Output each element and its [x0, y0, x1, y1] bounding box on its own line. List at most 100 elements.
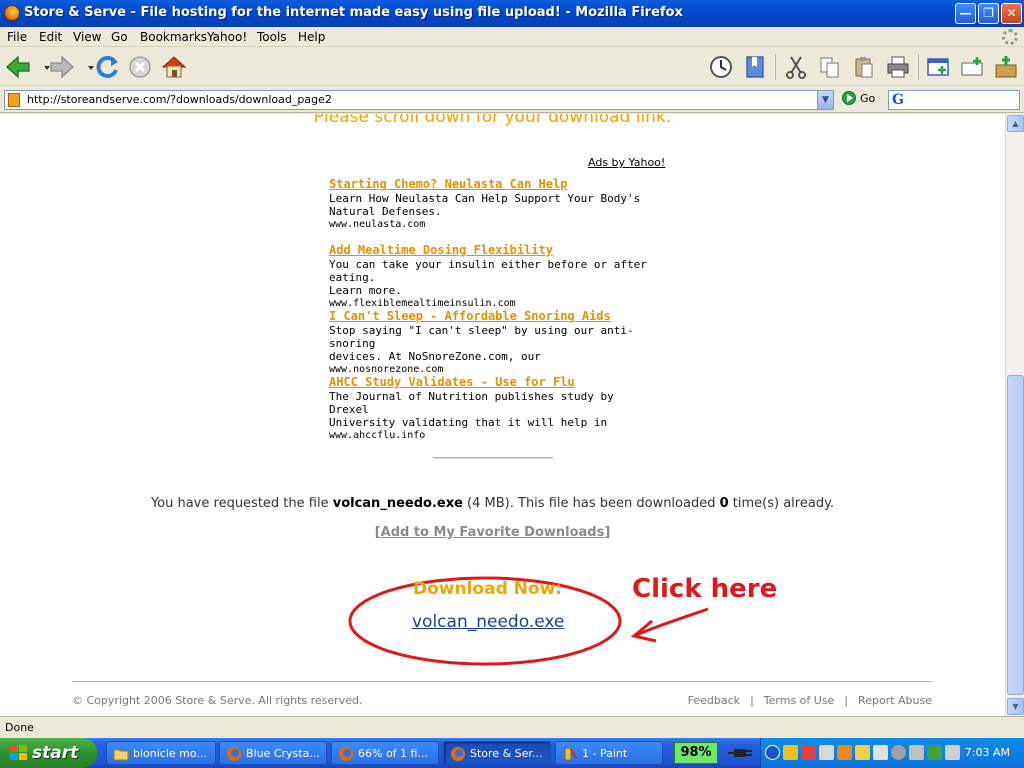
new-tab-icon[interactable] — [958, 53, 986, 81]
add-to-favorites-link[interactable]: [Add to My Favorite Downloads] — [0, 525, 985, 540]
ad-title-link[interactable]: I Can't Sleep - Affordable Snoring Aids — [329, 310, 659, 323]
power-plug-icon[interactable] — [728, 746, 752, 760]
stop-icon[interactable] — [126, 53, 154, 81]
history-icon[interactable] — [707, 53, 735, 81]
taskbar-item-blue-crystal[interactable]: Blue Crysta... — [219, 741, 327, 765]
extensions-icon[interactable] — [992, 53, 1020, 81]
forward-button[interactable] — [48, 53, 76, 81]
menu-view[interactable]: View — [73, 30, 101, 44]
url-input[interactable]: http://storeandserve.com/?downloads/down… — [4, 90, 834, 110]
paint-icon — [564, 747, 577, 761]
search-input[interactable]: G — [888, 90, 1020, 110]
cut-icon[interactable] — [782, 53, 810, 81]
minimize-button[interactable]: — — [955, 3, 976, 24]
taskbar-item-bionicle[interactable]: bionicle mo... — [106, 741, 216, 765]
menu-go[interactable]: Go — [111, 30, 128, 44]
tray-antivirus-icon[interactable] — [801, 745, 816, 760]
ad-title-link[interactable]: Add Mealtime Dosing Flexibility — [329, 244, 659, 257]
vertical-scrollbar[interactable]: ▲ ▼ — [1005, 114, 1024, 716]
tray-warning-icon[interactable] — [855, 745, 870, 760]
tray-chevron-icon[interactable] — [765, 745, 780, 760]
battery-indicator[interactable]: 98% — [674, 742, 718, 764]
back-button[interactable] — [4, 53, 32, 81]
url-dropdown-icon[interactable]: ▼ — [817, 91, 833, 109]
taskbar-item-label: bionicle mo... — [133, 747, 207, 760]
ad-item: AHCC Study Validates - Use for Flu The J… — [329, 376, 659, 442]
window-title: Store & Serve - File hosting for the int… — [24, 5, 683, 20]
tray-download-icon[interactable] — [783, 745, 798, 760]
taskbar-item-label: Store & Ser... — [470, 747, 543, 760]
taskbar-item-download-progress[interactable]: 66% of 1 fi... — [331, 741, 439, 765]
download-link[interactable]: volcan_needo.exe — [412, 612, 564, 632]
tray-network-icon[interactable] — [819, 745, 834, 760]
paste-icon[interactable] — [850, 53, 878, 81]
home-icon[interactable] — [160, 53, 188, 81]
request-suffix: time(s) already. — [732, 496, 835, 511]
go-label: Go — [860, 91, 876, 105]
tray-device-icon[interactable] — [945, 745, 960, 760]
click-here-annotation: Click here — [632, 574, 778, 604]
google-search-icon[interactable]: G — [892, 92, 904, 108]
menu-file[interactable]: File — [7, 30, 27, 44]
ad-text: Learn more. — [329, 284, 402, 297]
bookmarks-icon[interactable] — [741, 53, 769, 81]
navigation-toolbar — [0, 48, 1024, 86]
taskbar-item-store-serve[interactable]: Store & Ser... — [443, 741, 551, 765]
scrollbar-thumb[interactable] — [1007, 375, 1024, 695]
tray-monitor-icon[interactable] — [927, 745, 942, 760]
restore-button[interactable]: ❐ — [978, 3, 999, 24]
page-content: Please scroll down for your download lin… — [0, 114, 1005, 716]
terms-of-use-link[interactable]: Terms of Use — [764, 694, 835, 707]
title-bar: Store & Serve - File hosting for the int… — [0, 0, 1024, 27]
forward-dropdown-icon[interactable] — [77, 53, 94, 81]
system-tray: 7:03 AM — [760, 738, 1024, 768]
report-abuse-link[interactable]: Report Abuse — [858, 694, 932, 707]
footer-divider — [72, 681, 932, 682]
divider — [433, 457, 553, 459]
back-dropdown-icon[interactable] — [33, 53, 50, 81]
print-icon[interactable] — [884, 53, 912, 81]
ad-title-link[interactable]: AHCC Study Validates - Use for Flu — [329, 376, 659, 389]
file-size: (4 MB) — [467, 496, 510, 511]
scroll-down-icon[interactable]: ▼ — [1007, 698, 1024, 715]
taskbar-item-paint[interactable]: 1 - Paint — [555, 741, 663, 765]
ad-item: Starting Chemo? Neulasta Can Help Learn … — [329, 178, 659, 231]
ad-text: devices. At NoSnoreZone.com, our — [329, 350, 541, 363]
feedback-link[interactable]: Feedback — [688, 694, 740, 707]
download-now-label: Download Now: — [413, 579, 563, 599]
ads-by-yahoo-link[interactable]: Ads by Yahoo! — [588, 156, 665, 169]
ad-text: Learn How Neulasta Can Help Support Your… — [329, 192, 641, 205]
reload-icon[interactable] — [93, 53, 121, 81]
tray-disc-icon[interactable] — [891, 745, 906, 760]
ad-title-link[interactable]: Starting Chemo? Neulasta Can Help — [329, 178, 659, 191]
ad-text: Stop saying "I can't sleep" by using our… — [329, 324, 634, 350]
go-button[interactable]: Go — [842, 91, 875, 109]
close-button[interactable]: ✕ — [1001, 3, 1022, 24]
menu-help[interactable]: Help — [298, 30, 325, 44]
folder-icon — [113, 749, 129, 761]
menu-tools[interactable]: Tools — [257, 30, 287, 44]
tray-signal-icon[interactable] — [873, 745, 888, 760]
scroll-up-icon[interactable]: ▲ — [1007, 115, 1024, 132]
menu-edit[interactable]: Edit — [39, 30, 62, 44]
menu-yahoo[interactable]: Yahoo! — [207, 30, 247, 44]
site-favicon-icon — [8, 93, 20, 107]
new-window-icon[interactable] — [924, 53, 952, 81]
copy-icon[interactable] — [816, 53, 844, 81]
menu-bar: File Edit View Go Bookmarks Yahoo! Tools… — [0, 27, 1024, 47]
ad-item: Add Mealtime Dosing Flexibility You can … — [329, 244, 659, 310]
ad-domain: www.ahccflu.info — [329, 430, 426, 441]
clock[interactable]: 7:03 AM — [965, 746, 1010, 759]
firefox-icon — [4, 5, 20, 21]
toolbar-separator — [918, 54, 919, 80]
menu-bookmarks[interactable]: Bookmarks — [140, 30, 207, 44]
ad-text: You can take your insulin either before … — [329, 258, 647, 284]
start-button[interactable]: start — [0, 738, 97, 768]
ad-domain: www.neulasta.com — [329, 219, 426, 230]
status-bar: Done — [0, 716, 1024, 738]
request-prefix: You have requested the file — [150, 496, 329, 511]
tray-volume-icon[interactable] — [909, 745, 924, 760]
start-label: start — [32, 743, 79, 763]
taskbar-item-label: 1 - Paint — [582, 747, 628, 760]
tray-app-icon[interactable] — [837, 745, 852, 760]
